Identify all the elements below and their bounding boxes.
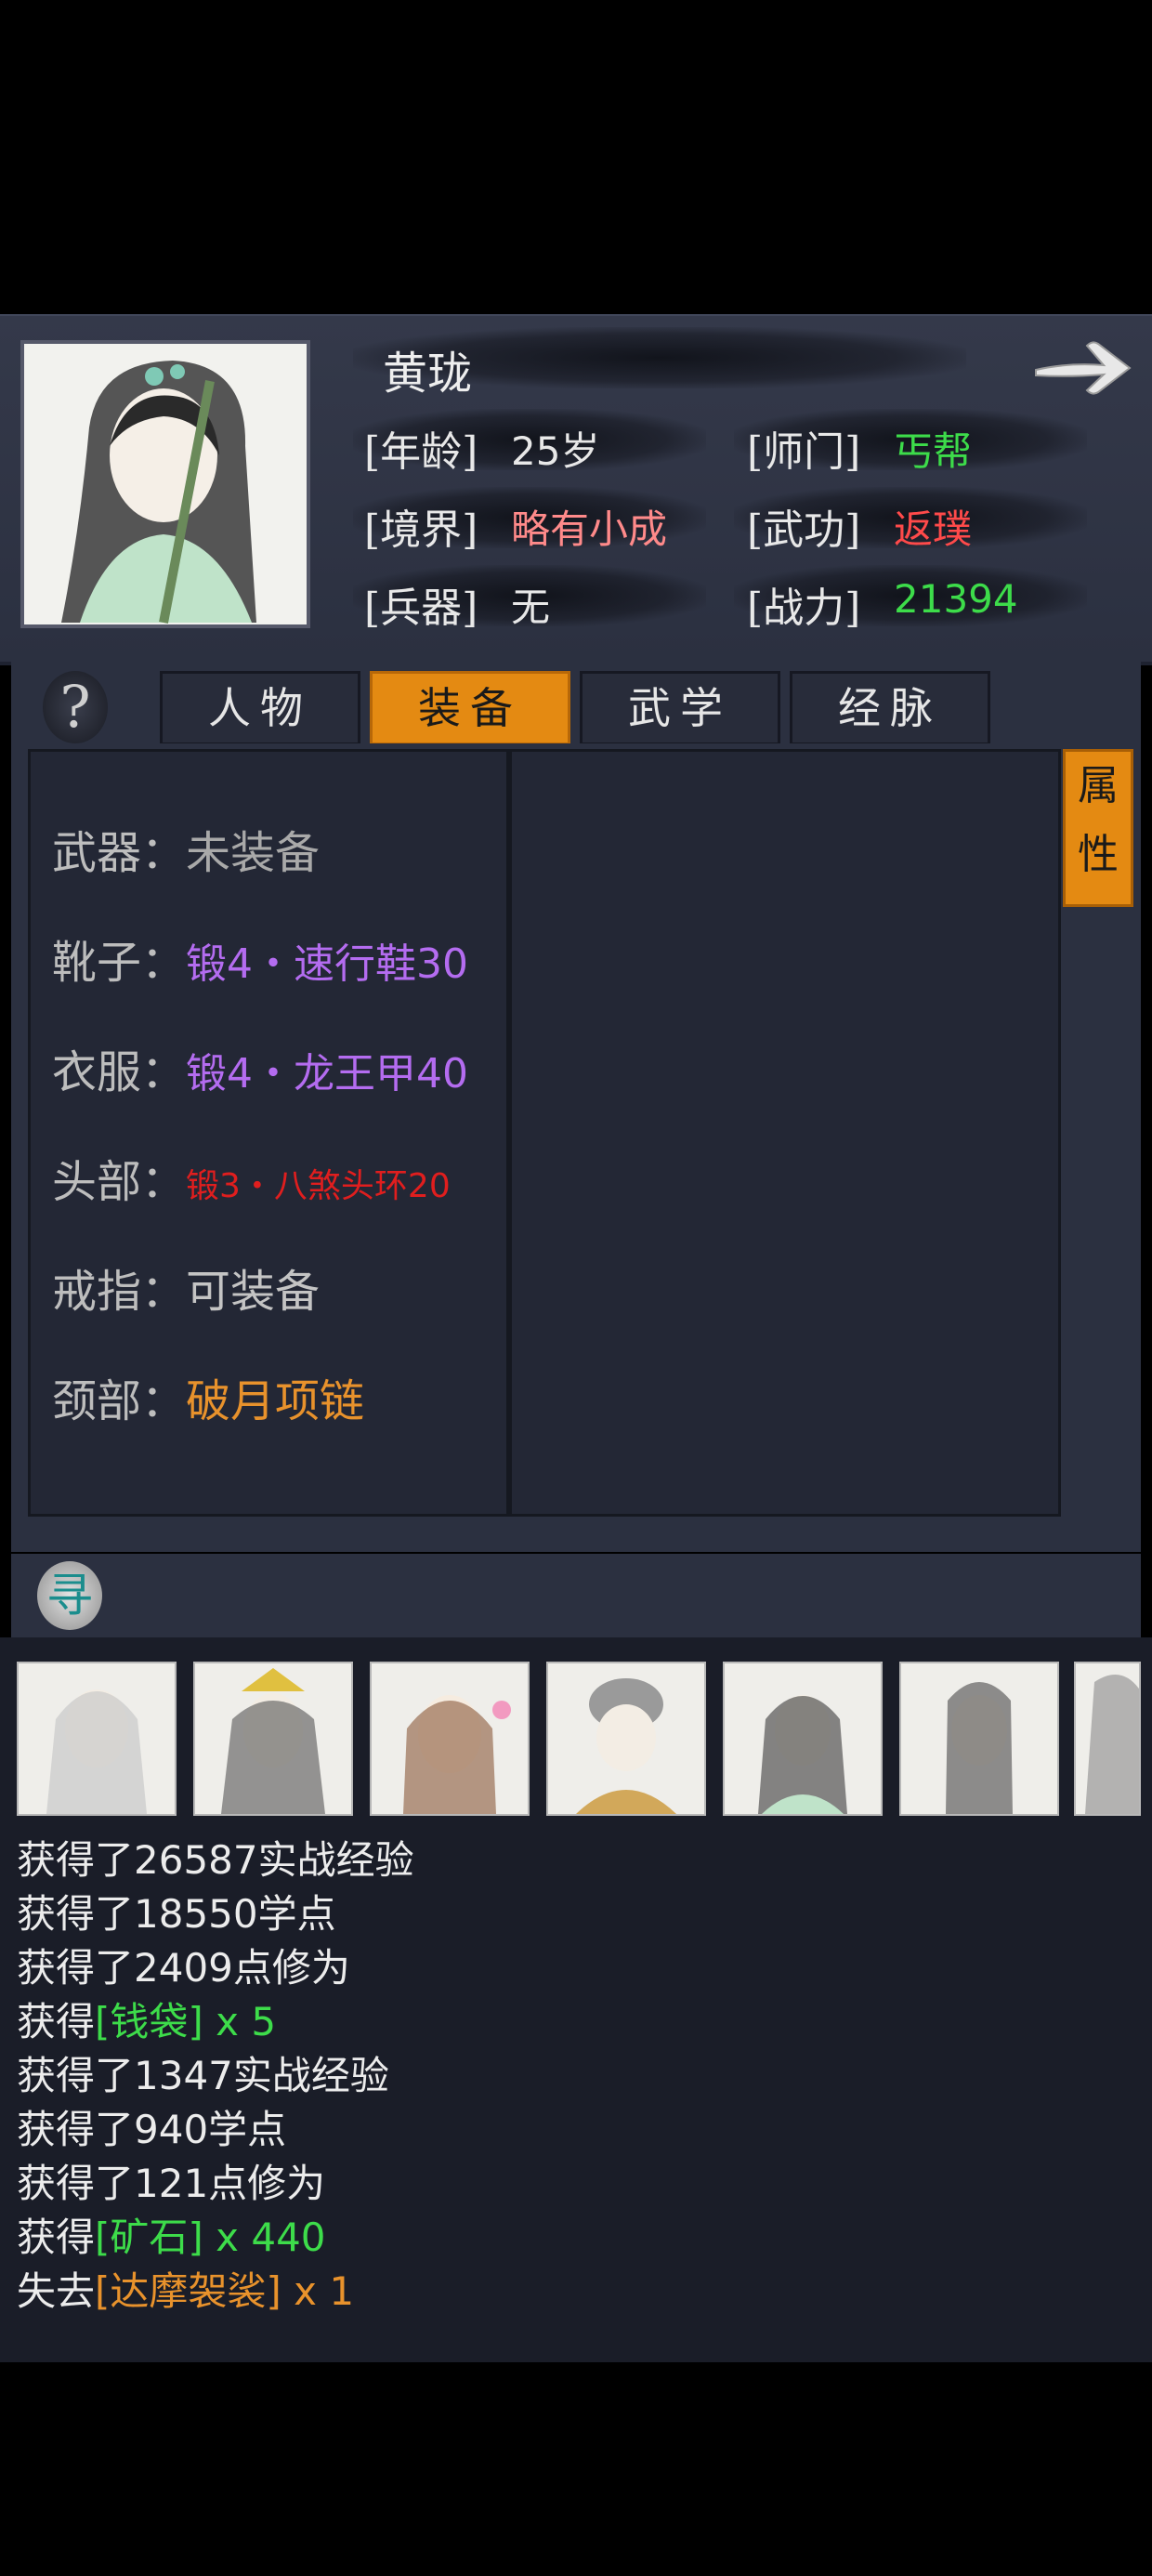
log-item: [达摩袈裟] x 1 [95,2268,355,2314]
slot-item: 锻4・龙王甲40 [186,1050,468,1097]
equip-slot-weapon[interactable]: 武器：未装备 [52,816,320,881]
log-prefix: 获得 [17,2215,96,2260]
search-strip [11,1554,1141,1637]
log-prefix: 获得 [17,1999,96,2044]
attributes-button[interactable]: 属 性 [1063,749,1133,907]
martial-value: 返璞 [894,506,973,552]
portrait-figure-icon [758,1695,847,1814]
tab-character[interactable]: 人物 [160,671,360,745]
search-icon[interactable]: 寻 [37,1561,102,1630]
power-label: [战力] [747,585,861,632]
weapon-value: 无 [511,585,551,630]
log-line: 失去[达摩袈裟] x 1 [17,2260,354,2317]
portrait-figure-icon [576,1678,676,1814]
equip-slot-neck[interactable]: 颈部：破月项链 [52,1364,364,1429]
log-line: 获得了1347实战经验 [17,2053,389,2098]
help-icon[interactable]: ? [43,671,108,743]
slot-item: 锻3・八煞头环20 [186,1167,451,1205]
portrait-figure-icon [403,1695,511,1814]
attributes-label-2: 性 [1078,831,1119,878]
slot-label: 武器： [52,827,187,879]
log-line: 获得了18550学点 [17,1891,336,1937]
realm-value: 略有小成 [511,506,668,552]
log-line: 获得[矿石] x 440 [17,2206,326,2263]
equip-slot-clothes[interactable]: 衣服：锻4・龙王甲40 [52,1035,468,1100]
portrait-figure-icon [946,1682,1013,1814]
log-line: 获得[钱袋] x 5 [17,1991,276,2047]
log-line: 获得了26587实战经验 [17,1837,414,1883]
equipment-detail [509,749,1061,1517]
portrait-figure-icon [1085,1675,1139,1814]
character-portrait[interactable] [20,340,310,628]
equip-slot-head[interactable]: 头部：锻3・八煞头环20 [52,1145,451,1210]
companion-portrait-6[interactable] [899,1662,1059,1816]
portrait-figure-icon [46,1689,147,1814]
equip-slot-boots[interactable]: 靴子：锻4・速行鞋30 [52,926,468,991]
tab-meridians[interactable]: 经脉 [790,671,990,745]
log-item: [矿石] x 440 [95,2215,326,2260]
portrait-figure-icon [61,361,256,624]
companion-portrait-5[interactable] [723,1662,883,1816]
log-line: 获得了2409点修为 [17,1945,350,1991]
log-line: 获得了121点修为 [17,2161,326,2206]
slot-label: 头部： [52,1156,187,1208]
slot-label: 靴子： [52,937,187,989]
martial-label: [武功] [747,506,861,554]
slot-label: 衣服： [52,1046,187,1098]
power-value: 21394 [894,576,1018,622]
portrait-figure-icon [221,1668,325,1814]
slot-label: 戒指： [52,1266,187,1318]
companion-portrait-7[interactable] [1074,1662,1141,1816]
companion-portrait-2[interactable] [193,1662,353,1816]
equip-slot-ring[interactable]: 戒指：可装备 [52,1255,320,1320]
weapon-label: [兵器] [364,585,478,632]
tab-equipment[interactable]: 装备 [370,671,570,745]
slot-item: 可装备 [186,1266,321,1318]
school-value: 丐帮 [894,428,973,474]
character-name-text: 黄珑 [383,348,473,400]
realm-label: [境界] [364,506,478,554]
companion-portrait-1[interactable] [17,1662,177,1816]
log-line: 获得了940学点 [17,2107,287,2152]
log-prefix: 失去 [17,2268,96,2314]
school-label: [师门] [747,428,861,476]
age-value: 25岁 [511,428,600,474]
age-label: [年龄] [364,428,478,476]
tab-martial-arts[interactable]: 武学 [580,671,780,745]
next-arrow-icon[interactable] [1031,335,1133,400]
companion-portrait-3[interactable] [370,1662,530,1816]
slot-item: 锻4・速行鞋30 [186,940,468,988]
log-item: [钱袋] x 5 [95,1999,277,2044]
attributes-label-1: 属 [1078,762,1119,809]
slot-item: 破月项链 [186,1375,365,1427]
slot-item: 未装备 [186,827,321,879]
companion-portrait-4[interactable] [546,1662,706,1816]
slot-label: 颈部： [52,1375,187,1427]
